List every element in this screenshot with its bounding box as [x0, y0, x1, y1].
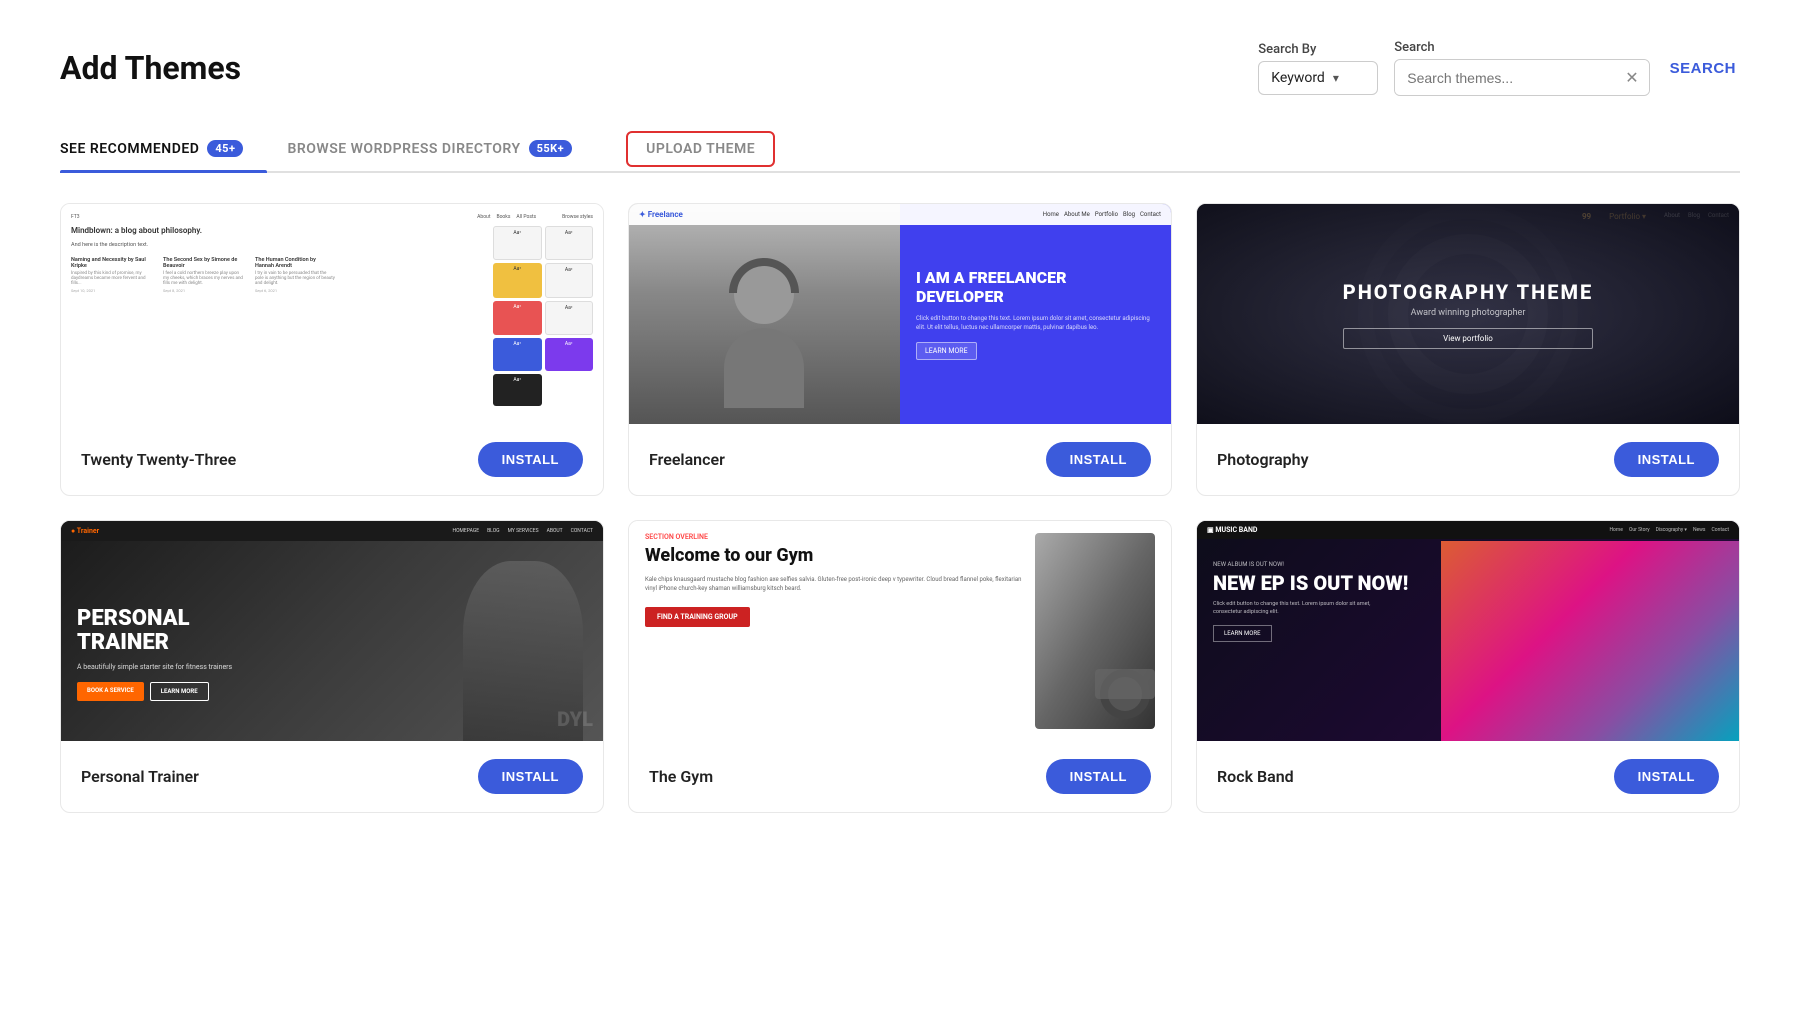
theme-name-twenty-twenty-three: Twenty Twenty-Three: [81, 450, 236, 469]
theme-footer-freelancer: Freelancer INSTALL: [629, 424, 1171, 495]
theme-footer-rock-band: Rock Band INSTALL: [1197, 741, 1739, 812]
install-button-freelancer[interactable]: INSTALL: [1046, 442, 1151, 477]
theme-name-freelancer: Freelancer: [649, 450, 725, 469]
search-by-group: Search By Keyword ▾: [1258, 42, 1378, 95]
theme-preview-rock-band: ▣ MUSIC BAND Home Our Story Discography …: [1197, 521, 1739, 741]
search-label: Search: [1394, 40, 1649, 55]
tabs-bar: SEE RECOMMENDED 45+ BROWSE WORDPRESS DIR…: [60, 126, 1740, 173]
header: Add Themes Search By Keyword ▾ Search ✕ …: [60, 40, 1740, 96]
search-by-label: Search By: [1258, 42, 1378, 57]
freelancer-logo-preview: ✦ Freelance: [639, 210, 683, 219]
tab-recommended-label: SEE RECOMMENDED: [60, 141, 199, 157]
search-input[interactable]: [1395, 62, 1615, 94]
tab-recommended-badge: 45+: [207, 140, 243, 157]
theme-preview-photography: 99 Portfolio ▾ About Blog Contact PHOTOG…: [1197, 204, 1739, 424]
install-button-photography[interactable]: INSTALL: [1614, 442, 1719, 477]
install-button-personal-trainer[interactable]: INSTALL: [478, 759, 583, 794]
theme-name-photography: Photography: [1217, 450, 1309, 469]
theme-card-rock-band: ▣ MUSIC BAND Home Our Story Discography …: [1196, 520, 1740, 813]
theme-card-freelancer: ✦ Freelance Home About Me Portfolio Blog…: [628, 203, 1172, 496]
keyword-label: Keyword: [1271, 70, 1325, 86]
keyword-select[interactable]: Keyword ▾: [1258, 61, 1378, 95]
theme-footer-the-gym: The Gym INSTALL: [629, 741, 1171, 812]
search-group: Search ✕: [1394, 40, 1649, 96]
install-button-the-gym[interactable]: INSTALL: [1046, 759, 1151, 794]
page-title: Add Themes: [60, 49, 241, 87]
theme-name-the-gym: The Gym: [649, 767, 713, 786]
search-input-wrap: ✕: [1394, 59, 1649, 96]
tab-wordpress-label: BROWSE WORDPRESS DIRECTORY: [287, 141, 520, 157]
theme-name-rock-band: Rock Band: [1217, 767, 1294, 786]
page-wrapper: Add Themes Search By Keyword ▾ Search ✕ …: [0, 0, 1800, 1014]
photography-headline-preview: PHOTOGRAPHY THEME: [1343, 280, 1593, 304]
tab-upload[interactable]: UPLOAD THEME: [626, 131, 775, 167]
theme-card-photography: 99 Portfolio ▾ About Blog Contact PHOTOG…: [1196, 203, 1740, 496]
tab-recommended[interactable]: SEE RECOMMENDED 45+: [60, 126, 267, 171]
tab-wordpress[interactable]: BROWSE WORDPRESS DIRECTORY 55K+: [287, 126, 596, 171]
theme-footer-twenty-twenty-three: Twenty Twenty-Three INSTALL: [61, 424, 603, 495]
theme-footer-photography: Photography INSTALL: [1197, 424, 1739, 495]
themes-grid: FT3 About Books All Posts Browse styles …: [60, 203, 1740, 813]
tab-upload-label: UPLOAD THEME: [646, 141, 755, 157]
theme-preview-freelancer: ✦ Freelance Home About Me Portfolio Blog…: [629, 204, 1171, 424]
theme-card-personal-trainer: ● Trainer HOMEPAGE BLOG MY SERVICES ABOU…: [60, 520, 604, 813]
search-button[interactable]: SEARCH: [1666, 60, 1740, 77]
install-button-twenty-twenty-three[interactable]: INSTALL: [478, 442, 583, 477]
freelancer-headline-preview: I AM A FREELANCER DEVELOPER: [916, 268, 1155, 306]
tab-wordpress-badge: 55K+: [529, 140, 573, 157]
theme-footer-personal-trainer: Personal Trainer INSTALL: [61, 741, 603, 812]
search-area: Search By Keyword ▾ Search ✕ SEARCH: [1258, 40, 1740, 96]
theme-preview-personal-trainer: ● Trainer HOMEPAGE BLOG MY SERVICES ABOU…: [61, 521, 603, 741]
theme-card-the-gym: SECTION OVERLINE Welcome to our Gym Kale…: [628, 520, 1172, 813]
chevron-down-icon: ▾: [1333, 71, 1339, 85]
theme-name-personal-trainer: Personal Trainer: [81, 767, 199, 786]
theme-preview-twenty-twenty-three: FT3 About Books All Posts Browse styles …: [61, 204, 603, 424]
theme-preview-the-gym: SECTION OVERLINE Welcome to our Gym Kale…: [629, 521, 1171, 741]
install-button-rock-band[interactable]: INSTALL: [1614, 759, 1719, 794]
theme-card-twenty-twenty-three: FT3 About Books All Posts Browse styles …: [60, 203, 604, 496]
trainer-headline-preview: PERSONALTRAINER: [77, 607, 232, 655]
clear-icon[interactable]: ✕: [1615, 60, 1648, 95]
